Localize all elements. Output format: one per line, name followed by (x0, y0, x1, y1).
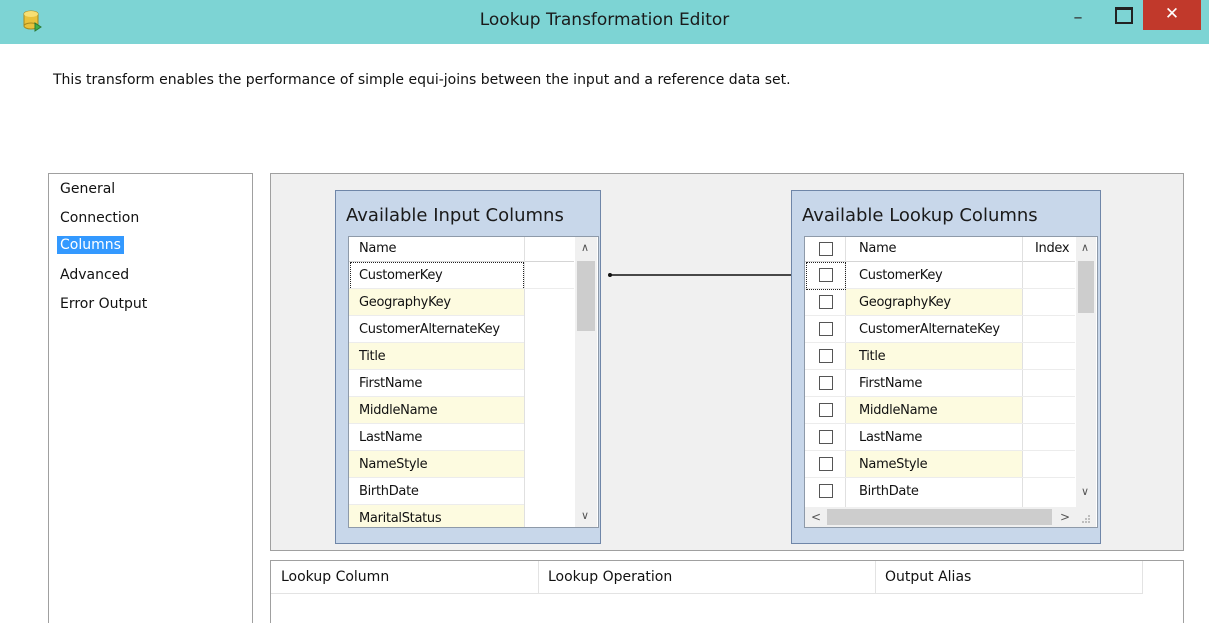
lookup-columns-grid[interactable]: Name Index CustomerKey GeographyKey Cust… (804, 236, 1098, 528)
list-item[interactable]: NameStyle (805, 451, 1075, 478)
list-item[interactable]: NameStyle (349, 451, 524, 478)
input-grid-vertical-scrollbar[interactable]: ∧ ∨ (575, 237, 597, 527)
column-checkbox[interactable] (819, 376, 833, 390)
resize-grip-icon[interactable] (1081, 514, 1091, 524)
list-item[interactable]: BirthDate (805, 478, 1075, 500)
list-item[interactable]: Title (349, 343, 524, 370)
input-columns-title: Available Input Columns (346, 205, 564, 226)
list-item[interactable]: MiddleName (805, 397, 1075, 424)
nav-item-advanced[interactable]: Advanced (57, 266, 132, 284)
scrollbar-thumb[interactable] (577, 261, 595, 331)
lookup-columns-title: Available Lookup Columns (802, 205, 1038, 226)
window-title: Lookup Transformation Editor (479, 10, 730, 30)
scrollbar-thumb[interactable] (827, 509, 1052, 525)
input-header-name[interactable]: Name (359, 241, 396, 256)
list-item[interactable]: LastName (805, 424, 1075, 451)
input-grid-header: Name (349, 237, 574, 262)
column-checkbox[interactable] (819, 430, 833, 444)
scroll-up-arrow-icon[interactable]: ∧ (581, 241, 589, 254)
description-text: This transform enables the performance o… (53, 72, 791, 88)
focus-rectangle (806, 262, 846, 290)
lookup-grid-horizontal-scrollbar[interactable]: < > (805, 507, 1096, 527)
column-header-lookup-column[interactable]: Lookup Column (271, 561, 539, 593)
lookup-columns-box[interactable]: Available Lookup Columns Name Index Cust… (791, 190, 1101, 544)
list-item[interactable]: FirstName (349, 370, 524, 397)
list-item[interactable]: MaritalStatus (349, 505, 524, 527)
list-item[interactable]: CustomerAlternateKey (805, 316, 1075, 343)
scroll-right-arrow-icon[interactable]: > (1060, 510, 1070, 524)
column-header-output-alias[interactable]: Output Alias (875, 561, 1143, 593)
scroll-down-arrow-icon[interactable]: ∨ (1081, 485, 1089, 498)
column-mapping-designer: Available Input Columns Name CustomerKey… (270, 173, 1184, 551)
title-bar: Lookup Transformation Editor – ✕ (0, 0, 1209, 44)
list-item[interactable]: LastName (349, 424, 524, 451)
lookup-grid-vertical-scrollbar[interactable]: ∧ ∨ (1076, 237, 1096, 507)
list-item[interactable]: GeographyKey (349, 289, 524, 316)
list-item[interactable]: BirthDate (349, 478, 524, 505)
scrollbar-thumb[interactable] (1078, 261, 1094, 313)
list-item[interactable]: Title (805, 343, 1075, 370)
lookup-header-name[interactable]: Name (859, 241, 896, 256)
nav-item-general[interactable]: General (57, 180, 118, 198)
column-checkbox[interactable] (819, 322, 833, 336)
column-checkbox[interactable] (819, 484, 833, 498)
scroll-up-arrow-icon[interactable]: ∧ (1081, 241, 1089, 254)
nav-item-connection[interactable]: Connection (57, 209, 142, 227)
list-item[interactable]: FirstName (805, 370, 1075, 397)
select-all-checkbox[interactable] (819, 242, 833, 256)
page-navigation: General Connection Columns Advanced Erro… (48, 173, 253, 623)
scroll-left-arrow-icon[interactable]: < (811, 510, 821, 524)
minimize-button[interactable]: – (1068, 9, 1088, 30)
input-columns-grid[interactable]: Name CustomerKey GeographyKey CustomerAl… (348, 236, 599, 528)
scroll-down-arrow-icon[interactable]: ∨ (581, 509, 589, 522)
column-header-lookup-operation[interactable]: Lookup Operation (538, 561, 876, 593)
lookup-header-index[interactable]: Index (1035, 241, 1070, 256)
nav-item-error-output[interactable]: Error Output (57, 295, 150, 313)
column-checkbox[interactable] (819, 457, 833, 471)
maximize-button[interactable] (1115, 7, 1133, 24)
list-item[interactable]: CustomerAlternateKey (349, 316, 524, 343)
nav-item-columns[interactable]: Columns (57, 236, 124, 254)
close-button[interactable]: ✕ (1143, 0, 1201, 30)
list-item[interactable]: GeographyKey (805, 289, 1075, 316)
lookup-mapping-grid[interactable]: Lookup Column Lookup Operation Output Al… (270, 560, 1184, 623)
input-columns-box[interactable]: Available Input Columns Name CustomerKey… (335, 190, 601, 544)
column-checkbox[interactable] (819, 295, 833, 309)
focus-rectangle (350, 262, 524, 290)
column-checkbox[interactable] (819, 349, 833, 363)
lookup-mapping-grid-header: Lookup Column Lookup Operation Output Al… (271, 561, 1143, 594)
column-checkbox[interactable] (819, 403, 833, 417)
list-item[interactable]: MiddleName (349, 397, 524, 424)
